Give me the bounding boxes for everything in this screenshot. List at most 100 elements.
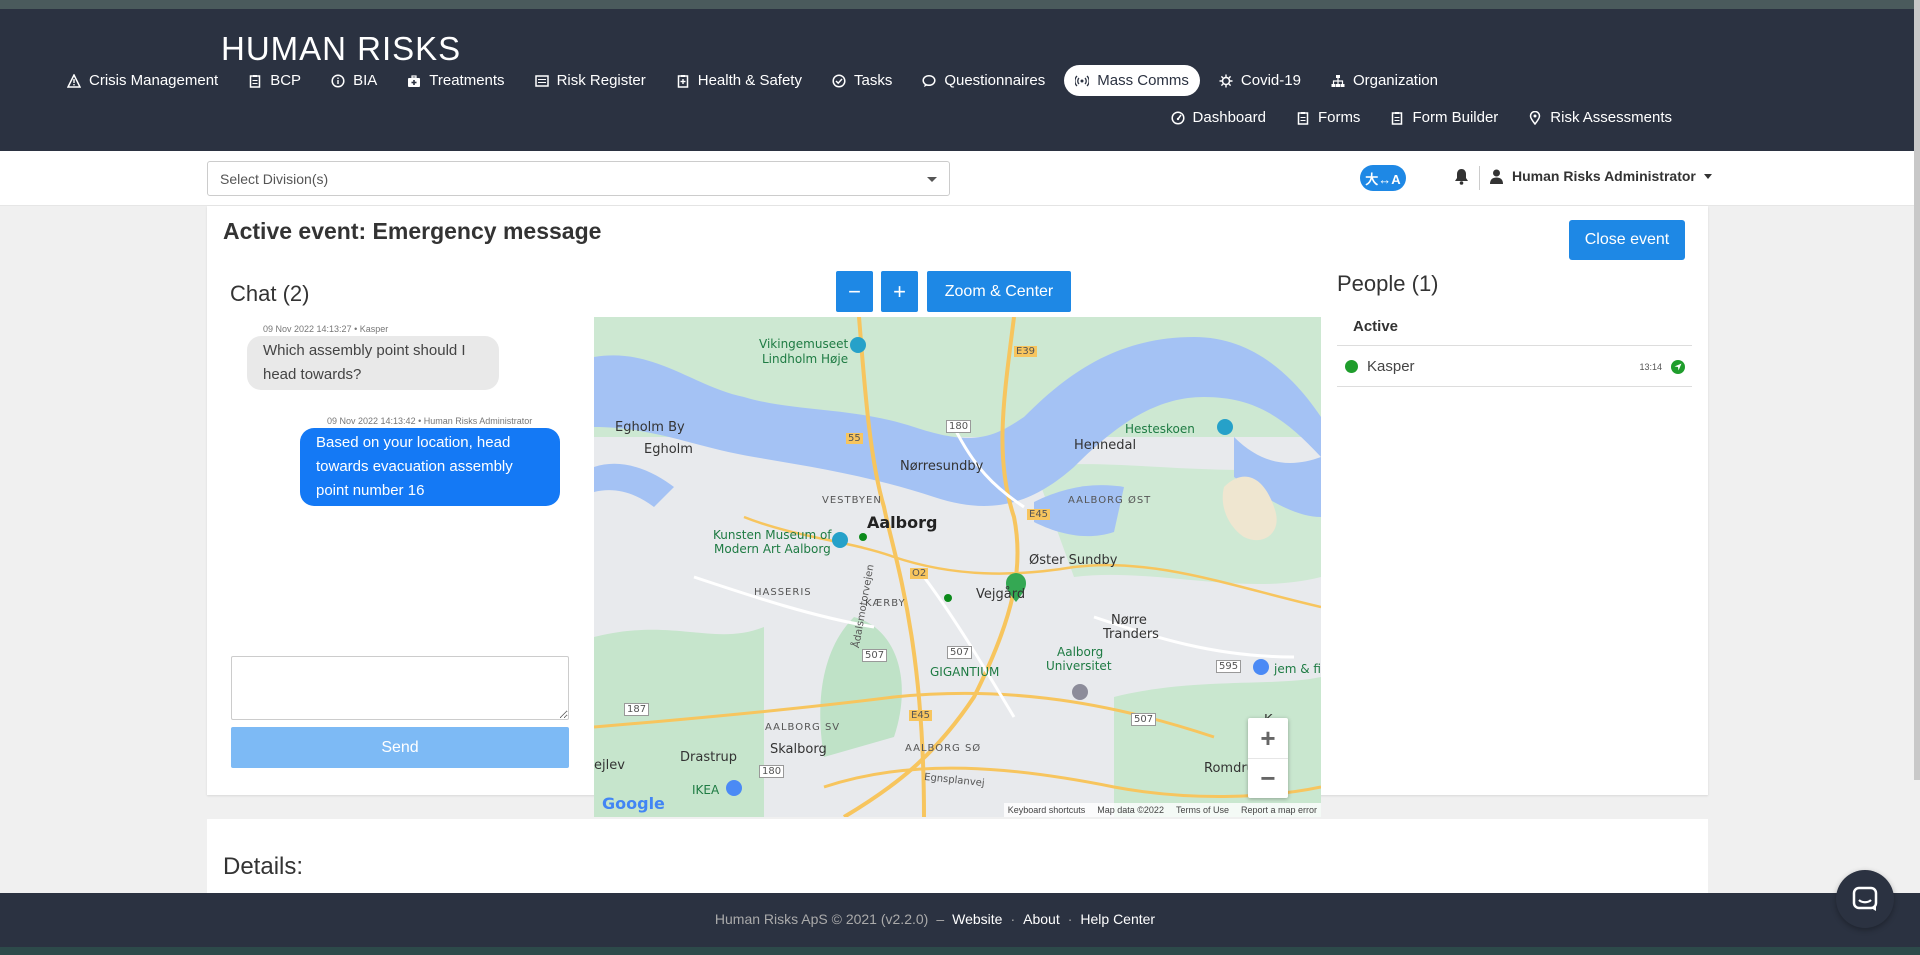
active-event-card: Active event: Emergency message Close ev… [207, 206, 1708, 817]
map-label: AALBORG SØ [905, 743, 982, 754]
map-data-text: Map data ©2022 [1097, 805, 1164, 815]
user-menu[interactable]: Human Risks Administrator [1490, 168, 1712, 184]
map-label: VESTBYEN [822, 495, 882, 506]
gauge-icon [1170, 110, 1185, 125]
chat-message-incoming: Which assembly point should I head towar… [247, 336, 499, 390]
language-toggle-button[interactable]: 大↔A [1360, 165, 1406, 191]
map-label: AALBORG ØST [1068, 495, 1152, 506]
nav-bia[interactable]: BIA [320, 65, 388, 96]
support-chat-button[interactable] [1836, 870, 1894, 928]
map-label: IKEA [692, 783, 720, 797]
message-line: point number 16 [316, 482, 425, 499]
nav-label: Crisis Management [89, 72, 219, 89]
message-meta: 09 Nov 2022 14:13:27 • Kasper [263, 324, 389, 334]
map-label: Vikingemuseet [759, 337, 849, 351]
nav-treatments[interactable]: Treatments [396, 65, 515, 96]
warning-icon [67, 73, 81, 88]
app-footer: Human Risks ApS © 2021 (v2.2.0) – Websit… [0, 893, 1920, 955]
google-logo: Google [602, 794, 665, 813]
footer-links: Human Risks ApS © 2021 (v2.2.0) – Websit… [0, 911, 1920, 927]
nav-dashboard[interactable]: Dashboard [1160, 102, 1277, 133]
road-shield: O2 [910, 568, 929, 579]
footer-separator: – [936, 911, 945, 927]
user-name: Human Risks Administrator [1512, 168, 1696, 184]
nav-crisis-management[interactable]: Crisis Management [56, 65, 229, 96]
close-event-button[interactable]: Close event [1569, 220, 1685, 260]
footer-separator: · [1010, 911, 1016, 927]
nav-risk-assessments[interactable]: Risk Assessments [1517, 102, 1683, 133]
road-shield: 180 [946, 420, 972, 433]
caret-down-icon [1703, 173, 1712, 179]
map-label: AALBORG SV [765, 722, 841, 733]
info-icon [331, 73, 345, 88]
nav-organization[interactable]: Organization [1320, 65, 1449, 96]
nav-health-safety[interactable]: Health & Safety [665, 65, 813, 96]
brand-logo[interactable]: HUMAN RISKS [221, 30, 461, 68]
terms-of-use-link[interactable]: Terms of Use [1176, 805, 1229, 815]
nav-label: BIA [353, 72, 378, 89]
map-label: Kunsten Museum of [713, 528, 832, 542]
road-shield: 55 [846, 433, 863, 444]
nav-tasks[interactable]: Tasks [821, 65, 903, 96]
message-line: head towards? [263, 366, 362, 383]
status-online-icon [1345, 360, 1358, 373]
chat-icon [1852, 886, 1878, 911]
map-label: Vejgård [976, 587, 1026, 602]
copyright-text: Human Risks ApS © 2021 (v2.2.0) [714, 911, 929, 927]
location-arrow-icon[interactable] [1671, 360, 1685, 374]
person-last-seen: 13:14 [1639, 362, 1662, 372]
map-attribution: Keyboard shortcuts Map data ©2022 Terms … [1003, 803, 1321, 817]
message-line: Which assembly point should I [263, 342, 466, 359]
page-scrollbar[interactable] [1914, 0, 1920, 780]
map-zoom-in-button[interactable]: + [881, 271, 918, 312]
clipboard-plus-icon [677, 74, 688, 88]
road-shield: E39 [1014, 346, 1038, 357]
message-meta: 09 Nov 2022 14:13:42 • Human Risks Admin… [327, 416, 533, 426]
keyboard-shortcuts-link[interactable]: Keyboard shortcuts [1008, 805, 1086, 815]
nav-form-builder[interactable]: Form Builder [1379, 102, 1509, 133]
nav-mass-comms[interactable]: Mass Comms [1064, 65, 1200, 96]
map-zoom-out-button[interactable]: − [836, 271, 873, 312]
map-label: GIGANTIUM [930, 665, 1000, 679]
map-zoom-out[interactable]: − [1248, 758, 1288, 798]
nav-label: Health & Safety [697, 72, 802, 89]
map-label: Lindholm Høje [762, 352, 849, 366]
map-label: Hesteskoen [1125, 422, 1195, 436]
road-shield: E45 [1027, 509, 1051, 520]
send-button[interactable]: Send [231, 727, 569, 768]
bell-icon[interactable] [1454, 168, 1469, 185]
report-map-error-link[interactable]: Report a map error [1241, 805, 1317, 815]
event-map[interactable]: Vikingemuseet Lindholm Høje Egholm By Eg… [594, 317, 1321, 817]
map-label: Egholm [644, 442, 693, 457]
road-shield: 187 [624, 703, 650, 716]
nav-label: Mass Comms [1097, 72, 1189, 89]
nav-label: Organization [1352, 72, 1438, 89]
website-link[interactable]: Website [952, 911, 1002, 927]
nav-forms[interactable]: Forms [1285, 102, 1372, 133]
nav-bcp[interactable]: BCP [237, 65, 312, 96]
chat-message-input[interactable] [231, 656, 569, 720]
nav-label: Forms [1317, 109, 1361, 126]
map-label: Skalborg [770, 742, 827, 757]
nav-questionnaires[interactable]: Questionnaires [911, 65, 1056, 96]
division-select[interactable]: Select Division(s) [207, 161, 950, 196]
map-zoom-in[interactable]: + [1248, 718, 1288, 758]
medkit-icon [408, 74, 421, 87]
map-tiles [594, 317, 1321, 817]
zoom-center-button[interactable]: Zoom & Center [927, 271, 1071, 312]
comment-icon [922, 74, 936, 87]
map-label: Aalborg [1057, 645, 1104, 659]
nav-risk-register[interactable]: Risk Register [524, 65, 657, 96]
road-shield: 507 [947, 646, 973, 659]
help-center-link[interactable]: Help Center [1080, 911, 1155, 927]
message-line: towards evacuation assembly [316, 458, 513, 475]
main-nav-secondary: Dashboard Forms Form Builder Risk Assess… [1152, 102, 1683, 133]
app-header: HUMAN RISKS Crisis Management BCP BIA Tr… [0, 9, 1920, 151]
map-label: Nørre [1111, 613, 1147, 628]
nav-covid-19[interactable]: Covid-19 [1208, 65, 1312, 96]
about-link[interactable]: About [1023, 911, 1060, 927]
user-icon [1490, 169, 1503, 184]
translate-icon: 大↔A [1365, 171, 1401, 187]
person-row[interactable]: Kasper 13:14 [1337, 347, 1692, 387]
map-label: ejlev [594, 758, 625, 773]
